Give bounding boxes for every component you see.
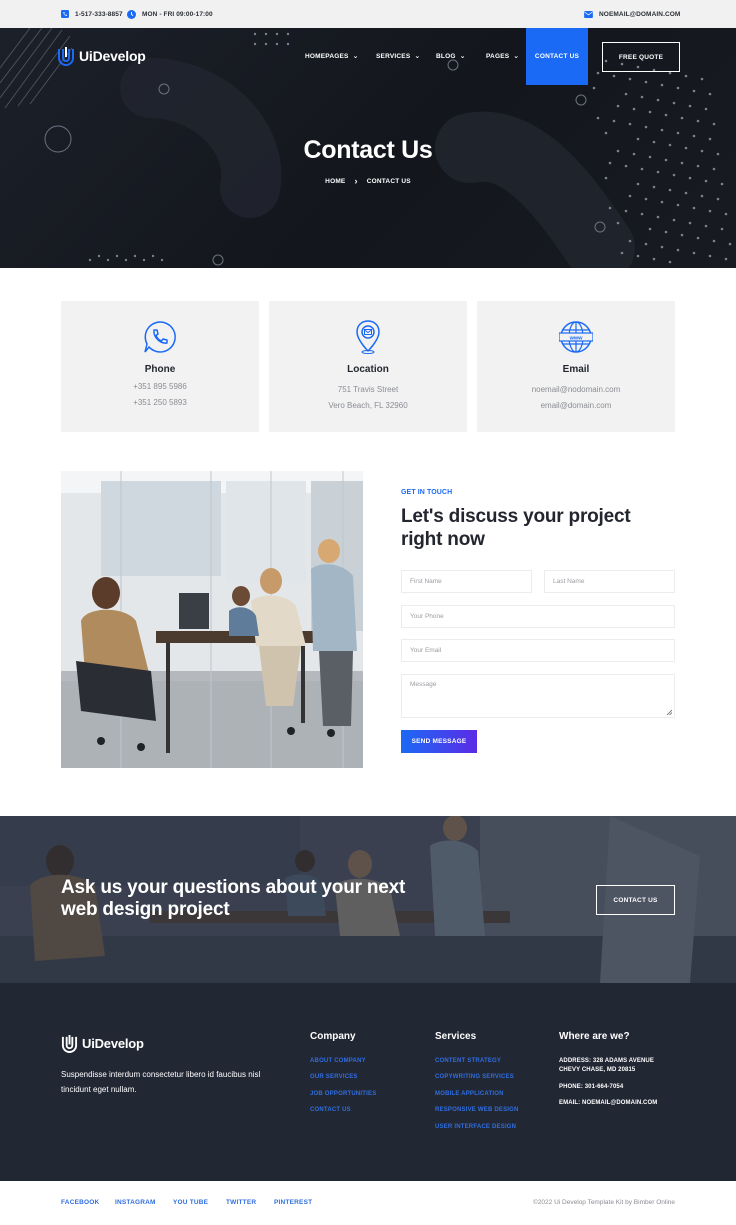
footer-address-line2: CHEVY CHASE, MD 20815 bbox=[559, 1067, 636, 1073]
topbar-phone-text: 1-517-333-8857 bbox=[75, 10, 123, 18]
info-card-line: 751 Travis Street bbox=[337, 385, 399, 394]
free-quote-button[interactable]: FREE QUOTE bbox=[602, 42, 680, 72]
social-facebook[interactable]: FACEBOOK bbox=[61, 1199, 99, 1206]
footer-link-jobs[interactable]: JOB OPPORTUNITIES bbox=[310, 1091, 376, 1097]
bottom-bar: FACEBOOK INSTAGRAM YOU TUBE TWITTER PINT… bbox=[0, 1181, 736, 1225]
message-placeholder: Message bbox=[410, 681, 437, 688]
office-photo bbox=[61, 471, 363, 768]
nav-services-label: SERVICES bbox=[376, 53, 411, 60]
nav-blog[interactable]: BLOG ⌄ bbox=[436, 28, 466, 85]
info-card-line: Vero Beach, FL 32960 bbox=[328, 401, 408, 410]
cta-banner: Ask us your questions about your next we… bbox=[0, 816, 736, 983]
page-title: Contact Us bbox=[303, 136, 433, 164]
info-card-title: Email bbox=[562, 364, 590, 375]
nav-homepages[interactable]: HOMEPAGES ⌄ bbox=[305, 28, 359, 85]
topbar-hours-text: MON - FRI 09:00-17:00 bbox=[142, 10, 213, 18]
nav-homepages-label: HOMEPAGES bbox=[305, 53, 349, 60]
breadcrumb: HOME › CONTACT US bbox=[0, 176, 736, 186]
form-title: Let's discuss your project right now bbox=[401, 506, 631, 550]
nav-blog-label: BLOG bbox=[436, 53, 456, 60]
footer-services-title: Services bbox=[435, 1031, 477, 1042]
social-youtube[interactable]: YOU TUBE bbox=[173, 1199, 208, 1206]
cta-title: Ask us your questions about your next we… bbox=[61, 877, 406, 920]
social-twitter[interactable]: TWITTER bbox=[226, 1199, 256, 1206]
info-card-line: noemail@nodomain.com bbox=[531, 385, 621, 394]
office-illustration bbox=[61, 471, 363, 768]
chevron-down-icon: ⌄ bbox=[414, 53, 421, 60]
email-field[interactable]: Your Email bbox=[401, 639, 675, 662]
breadcrumb-home[interactable]: HOME bbox=[325, 178, 345, 185]
info-card-location: Location 751 Travis Street Vero Beach, F… bbox=[269, 301, 467, 432]
globe-icon: www bbox=[559, 321, 593, 353]
footer: UiDevelop Suspendisse interdum consectet… bbox=[0, 983, 736, 1181]
send-message-button[interactable]: SEND MESSAGE bbox=[401, 730, 477, 753]
message-field[interactable]: Message bbox=[401, 674, 675, 718]
chevron-down-icon: ⌄ bbox=[459, 53, 466, 60]
footer-logo-text: UiDevelop bbox=[82, 1036, 144, 1051]
footer-link-content-strategy[interactable]: CONTENT STRATEGY bbox=[435, 1058, 501, 1064]
chevron-down-icon: ⌄ bbox=[352, 53, 359, 60]
footer-description: Suspendisse interdum consectetur libero … bbox=[61, 1070, 261, 1094]
footer-email: EMAIL: NOEMAIL@DOMAIN.COM bbox=[559, 1100, 658, 1106]
form-eyebrow: GET IN TOUCH bbox=[401, 489, 453, 496]
footer-link-contact[interactable]: CONTACT US bbox=[310, 1107, 351, 1113]
clock-icon bbox=[127, 9, 136, 19]
social-pinterest[interactable]: PINTEREST bbox=[274, 1199, 312, 1206]
footer-link-mobile-app[interactable]: MOBILE APPLICATION bbox=[435, 1091, 504, 1097]
info-card-title: Location bbox=[347, 364, 389, 375]
footer-link-responsive[interactable]: RESPONSIVE WEB DESIGN bbox=[435, 1107, 519, 1113]
info-card-email: www Email noemail@nodomain.com email@dom… bbox=[477, 301, 675, 432]
topbar-email[interactable]: NOEMAIL@DOMAIN.COM bbox=[584, 0, 680, 28]
info-card-line: +351 250 5893 bbox=[133, 398, 187, 407]
footer-address-line1: ADDRESS: 328 ADAMS AVENUE bbox=[559, 1058, 654, 1064]
nav-pages-label: PAGES bbox=[486, 53, 510, 60]
svg-text:www: www bbox=[569, 336, 584, 342]
topbar-email-text: NOEMAIL@DOMAIN.COM bbox=[599, 10, 681, 18]
phone-icon bbox=[144, 321, 176, 353]
footer-logo[interactable]: UiDevelop bbox=[61, 1033, 144, 1054]
footer-address: ADDRESS: 328 ADAMS AVENUE CHEVY CHASE, M… bbox=[559, 1057, 654, 1075]
location-pin-icon bbox=[356, 320, 380, 354]
info-card-line: +351 895 5986 bbox=[133, 382, 187, 391]
hero-section: UiDevelop HOMEPAGES ⌄ SERVICES ⌄ BLOG ⌄ PAG… bbox=[0, 28, 736, 268]
logo-icon bbox=[61, 1035, 78, 1053]
chevron-right-icon: › bbox=[354, 176, 358, 186]
topbar-hours: MON - FRI 09:00-17:00 bbox=[127, 0, 213, 28]
envelope-icon bbox=[584, 10, 593, 18]
nav-pages[interactable]: PAGES ⌄ bbox=[486, 28, 519, 85]
cta-contact-button[interactable]: CONTACT US bbox=[596, 885, 675, 915]
phone-small-icon bbox=[61, 10, 69, 18]
footer-company-title: Company bbox=[310, 1031, 356, 1042]
site-logo[interactable]: UiDevelop bbox=[57, 45, 146, 67]
breadcrumb-current: CONTACT US bbox=[366, 177, 411, 185]
last-name-field[interactable]: Last Name bbox=[544, 570, 675, 593]
phone-field[interactable]: Your Phone bbox=[401, 605, 675, 628]
chevron-down-icon: ⌄ bbox=[513, 53, 520, 60]
resize-handle-icon[interactable] bbox=[666, 709, 672, 715]
footer-link-services[interactable]: OUR SERVICES bbox=[310, 1074, 358, 1080]
social-instagram[interactable]: INSTAGRAM bbox=[115, 1199, 156, 1206]
first-name-field[interactable]: First Name bbox=[401, 570, 532, 593]
footer-where-title: Where are we? bbox=[559, 1031, 630, 1042]
logo-text: UiDevelop bbox=[79, 48, 146, 64]
logo-icon bbox=[58, 47, 74, 66]
top-bar: 1-517-333-8857 MON - FRI 09:00-17:00 NOE… bbox=[0, 0, 736, 28]
footer-link-about[interactable]: ABOUT COMPANY bbox=[310, 1058, 366, 1064]
info-card-line: email@domain.com bbox=[540, 401, 612, 410]
footer-link-ui-design[interactable]: USER INTERFACE DESIGN bbox=[435, 1124, 516, 1130]
info-card-phone: Phone +351 895 5986 +351 250 5893 bbox=[61, 301, 259, 432]
footer-phone: PHONE: 301-664-7054 bbox=[559, 1084, 624, 1090]
info-card-title: Phone bbox=[144, 364, 176, 375]
footer-link-copywriting[interactable]: COPYWRITING SERVICES bbox=[435, 1074, 514, 1080]
copyright: ©2022 Ui Develop Template Kit by Bimber … bbox=[533, 1199, 675, 1206]
nav-contact-us[interactable]: CONTACT US bbox=[526, 28, 588, 85]
nav-services[interactable]: SERVICES ⌄ bbox=[376, 28, 420, 85]
topbar-phone[interactable]: 1-517-333-8857 bbox=[61, 0, 123, 28]
